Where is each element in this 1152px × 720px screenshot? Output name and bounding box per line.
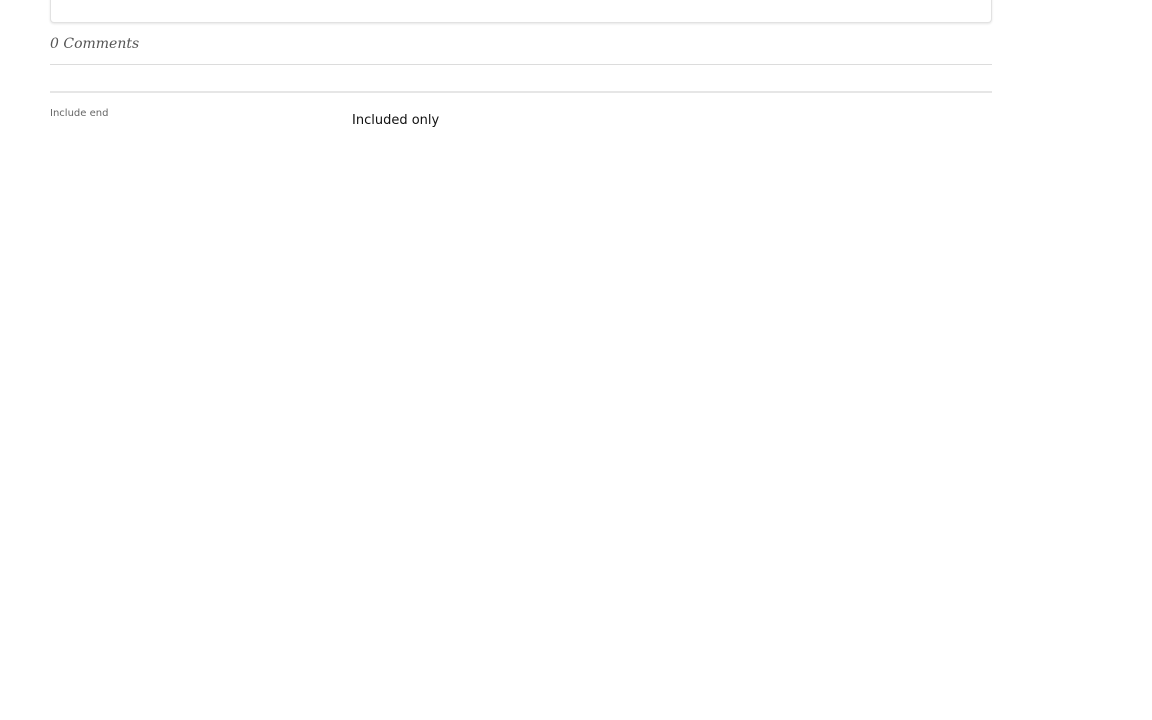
divider	[50, 91, 992, 93]
include-end-text: Include end	[50, 108, 109, 119]
page: 0 Comments Include end Included only	[0, 0, 1152, 720]
divider	[50, 64, 992, 65]
included-only-text: Included only	[352, 113, 440, 128]
post-card-bottom-edge	[50, 0, 992, 23]
comments-count-link[interactable]: 0 Comments	[50, 34, 139, 54]
